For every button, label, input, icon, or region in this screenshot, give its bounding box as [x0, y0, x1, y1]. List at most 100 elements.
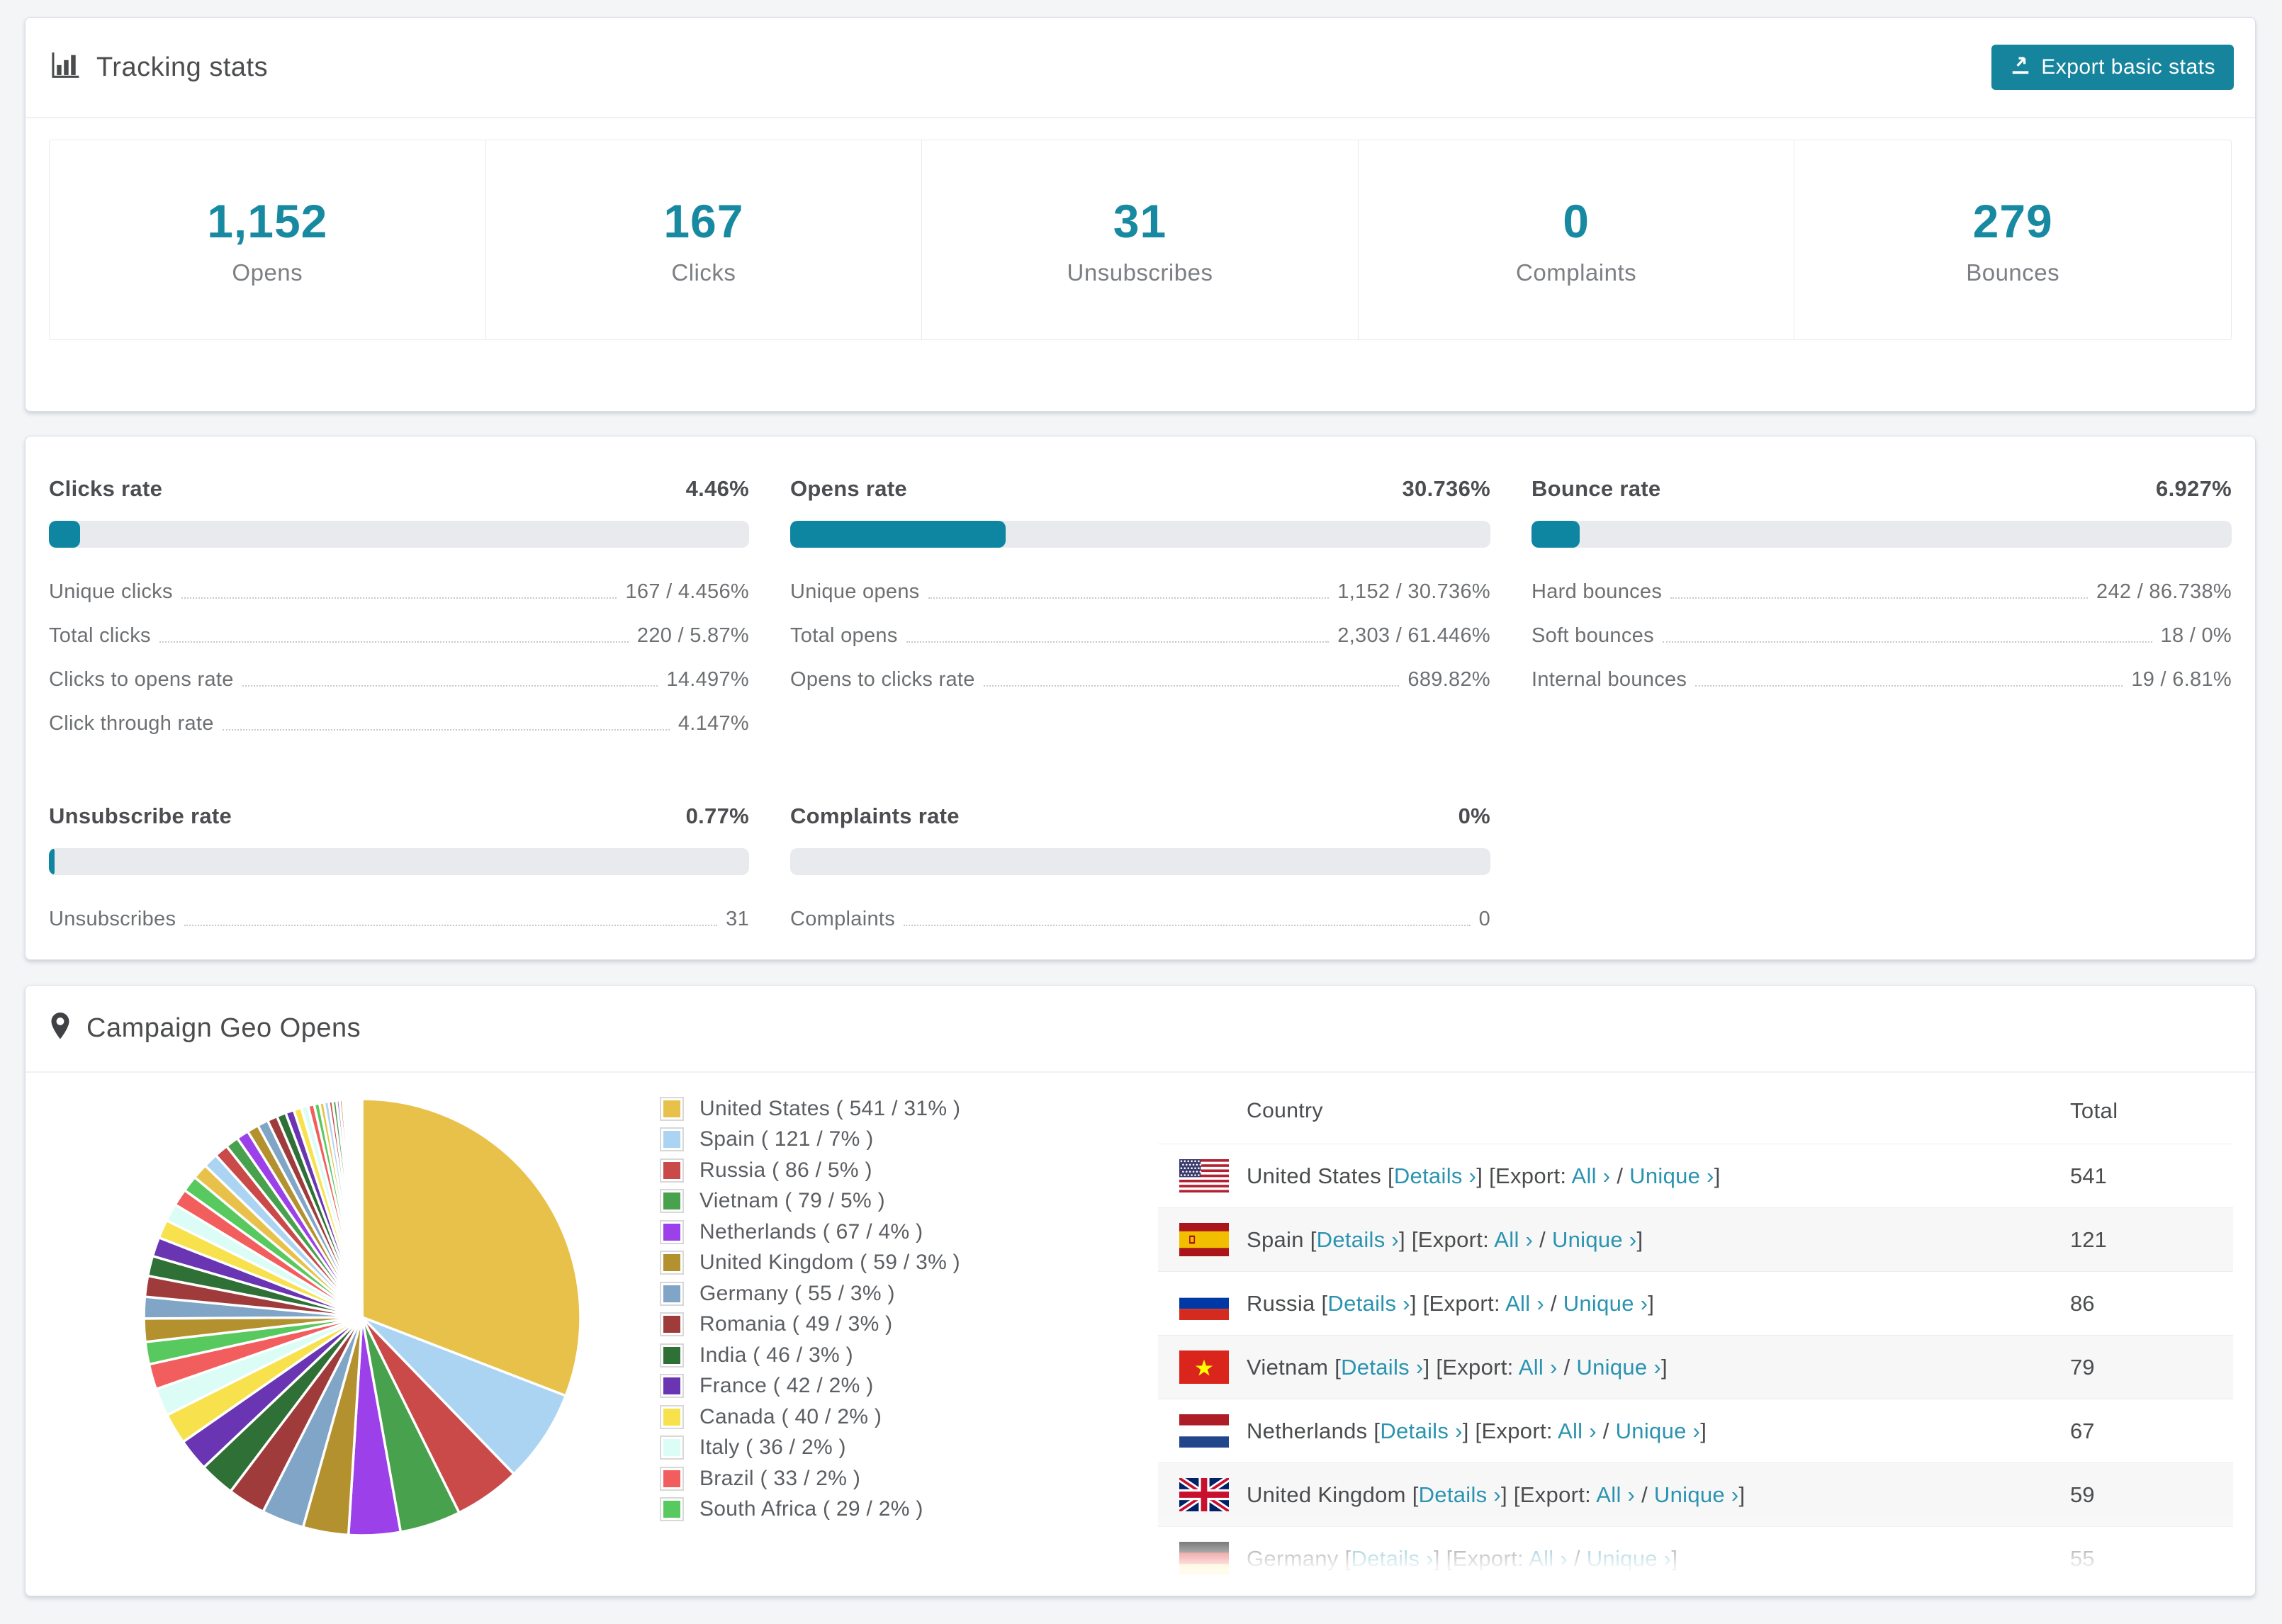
- legend-item-united-states: United States ( 541 / 31% ): [660, 1093, 960, 1124]
- export-basic-stats-button[interactable]: Export basic stats: [1991, 45, 2234, 90]
- legend-swatch: [660, 1189, 684, 1214]
- export-unique-link[interactable]: Unique ›: [1552, 1227, 1637, 1252]
- rate-progress-bar: [1531, 521, 2232, 548]
- rate-row: Clicks to opens rate 14.497%: [49, 668, 749, 692]
- bracket: [: [1387, 1163, 1394, 1188]
- bracket: [: [1373, 1418, 1381, 1443]
- rates-grid: Clicks rate 4.46% Unique clicks 167 / 4.456…: [26, 436, 2255, 931]
- details-link[interactable]: Details ›: [1351, 1546, 1433, 1571]
- rate-row-value: 220 / 5.87%: [636, 624, 749, 647]
- rate-head: Clicks rate 4.46%: [49, 476, 749, 502]
- export-all-link[interactable]: All ›: [1572, 1163, 1611, 1188]
- legend-label: Romania ( 49 / 3% ): [699, 1312, 893, 1336]
- metric-value: 279: [1972, 194, 2053, 247]
- rate-row-label: Unique opens: [790, 580, 920, 603]
- metric-bounces: 279 Bounces: [1794, 140, 2231, 339]
- slash: /: [1635, 1482, 1654, 1507]
- export-all-link[interactable]: All ›: [1505, 1291, 1544, 1316]
- bracket-close: ]: [1660, 1354, 1668, 1380]
- legend-swatch: [660, 1404, 684, 1429]
- bracket: [: [1412, 1482, 1419, 1507]
- legend-swatch: [660, 1497, 684, 1522]
- rate-row: Unique opens 1,152 / 30.736%: [790, 580, 1490, 604]
- details-link[interactable]: Details ›: [1341, 1355, 1423, 1380]
- rate-block-unsubscribe-rate: Unsubscribe rate 0.77% Unsubscribes 31: [49, 803, 749, 931]
- export-unique-link[interactable]: Unique ›: [1629, 1163, 1714, 1188]
- country-name: United States: [1247, 1163, 1382, 1188]
- details-link[interactable]: Details ›: [1394, 1163, 1476, 1188]
- geo-table-row-ru: Russia [Details ›] [Export: All › / Uniq…: [1158, 1271, 2233, 1335]
- legend-label: United States ( 541 / 31% ): [699, 1096, 961, 1120]
- rates-card: Clicks rate 4.46% Unique clicks 167 / 4.456…: [25, 436, 2256, 960]
- es-flag-icon: [1179, 1223, 1229, 1256]
- legend-label: India ( 46 / 3% ): [699, 1343, 853, 1367]
- rate-value: 4.46%: [685, 476, 749, 501]
- export-all-link[interactable]: All ›: [1558, 1419, 1597, 1443]
- legend-item-brazil: Brazil ( 33 / 2% ): [660, 1463, 960, 1494]
- rate-row-label: Total clicks: [49, 624, 151, 647]
- dotted-leader: [928, 597, 1330, 599]
- export-all-link[interactable]: All ›: [1494, 1227, 1533, 1252]
- slash: /: [1567, 1545, 1587, 1571]
- legend-swatch: [660, 1374, 684, 1399]
- legend-item-united-kingdom: United Kingdom ( 59 / 3% ): [660, 1248, 960, 1279]
- export-all-link[interactable]: All ›: [1529, 1546, 1568, 1571]
- export-unique-link[interactable]: Unique ›: [1576, 1355, 1661, 1380]
- legend-item-vietnam: Vietnam ( 79 / 5% ): [660, 1186, 960, 1217]
- dotted-leader: [222, 729, 670, 731]
- bracket-close: ]: [1738, 1482, 1746, 1507]
- details-link[interactable]: Details ›: [1419, 1482, 1501, 1507]
- total-value: 55: [2070, 1545, 2095, 1571]
- legend-swatch: [660, 1281, 684, 1306]
- export-all-link[interactable]: All ›: [1596, 1482, 1635, 1507]
- details-link[interactable]: Details ›: [1317, 1227, 1399, 1252]
- metric-value: 31: [1113, 194, 1167, 247]
- export-unique-link[interactable]: Unique ›: [1616, 1419, 1701, 1443]
- rate-row: Complaints 0: [790, 908, 1490, 931]
- rate-head: Opens rate 30.736%: [790, 476, 1490, 502]
- rate-row-value: 19 / 6.81%: [2131, 668, 2232, 691]
- export-unique-link[interactable]: Unique ›: [1587, 1546, 1672, 1571]
- pie-legend: United States ( 541 / 31% ) Spain ( 121 /…: [660, 1093, 960, 1525]
- rate-title: Clicks rate: [49, 476, 163, 501]
- rate-row-label: Unique clicks: [49, 580, 173, 603]
- rate-row-label: Opens to clicks rate: [790, 668, 975, 691]
- bracket: [: [1334, 1354, 1342, 1380]
- rate-row-value: 242 / 86.738%: [2096, 580, 2232, 603]
- rate-row-value: 689.82%: [1407, 668, 1490, 691]
- rate-block-opens-rate: Opens rate 30.736% Unique opens 1,152 / 30.…: [790, 476, 1490, 692]
- slash: /: [1596, 1418, 1616, 1443]
- rate-row-label: Hard bounces: [1531, 580, 1663, 603]
- rate-row-label: Soft bounces: [1531, 624, 1654, 647]
- country-name: Russia: [1247, 1290, 1315, 1316]
- legend-label: South Africa ( 29 / 2% ): [699, 1497, 923, 1521]
- rate-block-clicks-rate: Clicks rate 4.46% Unique clicks 167 / 4.456…: [49, 476, 749, 735]
- rate-row-value: 14.497%: [666, 668, 749, 691]
- legend-swatch: [660, 1219, 684, 1244]
- bracket-close: ]: [1636, 1227, 1643, 1252]
- metric-clicks: 167 Clicks: [486, 140, 923, 339]
- legend-label: Brazil ( 33 / 2% ): [699, 1466, 861, 1490]
- rate-row: Click through rate 4.147%: [49, 712, 749, 735]
- de-flag-icon: [1179, 1542, 1229, 1575]
- rate-row: Internal bounces 19 / 6.81%: [1531, 668, 2232, 692]
- metric-complaints: 0 Complaints: [1359, 140, 1795, 339]
- export-unique-link[interactable]: Unique ›: [1654, 1482, 1739, 1507]
- geo-table-body: United States [Details ›] [Export: All ›…: [1158, 1144, 2233, 1590]
- details-link[interactable]: Details ›: [1327, 1291, 1410, 1316]
- metric-value: 167: [663, 194, 744, 247]
- legend-item-russia: Russia ( 86 / 5% ): [660, 1155, 960, 1186]
- export-unique-link[interactable]: Unique ›: [1563, 1291, 1648, 1316]
- rate-row-label: Complaints: [790, 908, 896, 930]
- details-link[interactable]: Details ›: [1380, 1419, 1462, 1443]
- metrics-row: 1,152 Opens 167 Clicks 31 Unsubscribes 0 Compla…: [49, 140, 2232, 340]
- slash: /: [1544, 1290, 1563, 1316]
- bracket-close: ]: [1714, 1163, 1721, 1188]
- legend-swatch: [660, 1127, 684, 1152]
- rate-value: 0%: [1458, 803, 1490, 828]
- legend-swatch: [660, 1158, 684, 1183]
- total-value: 541: [2070, 1163, 2107, 1188]
- rate-progress-bar: [790, 848, 1490, 875]
- dotted-leader: [904, 925, 1471, 926]
- export-all-link[interactable]: All ›: [1519, 1355, 1558, 1380]
